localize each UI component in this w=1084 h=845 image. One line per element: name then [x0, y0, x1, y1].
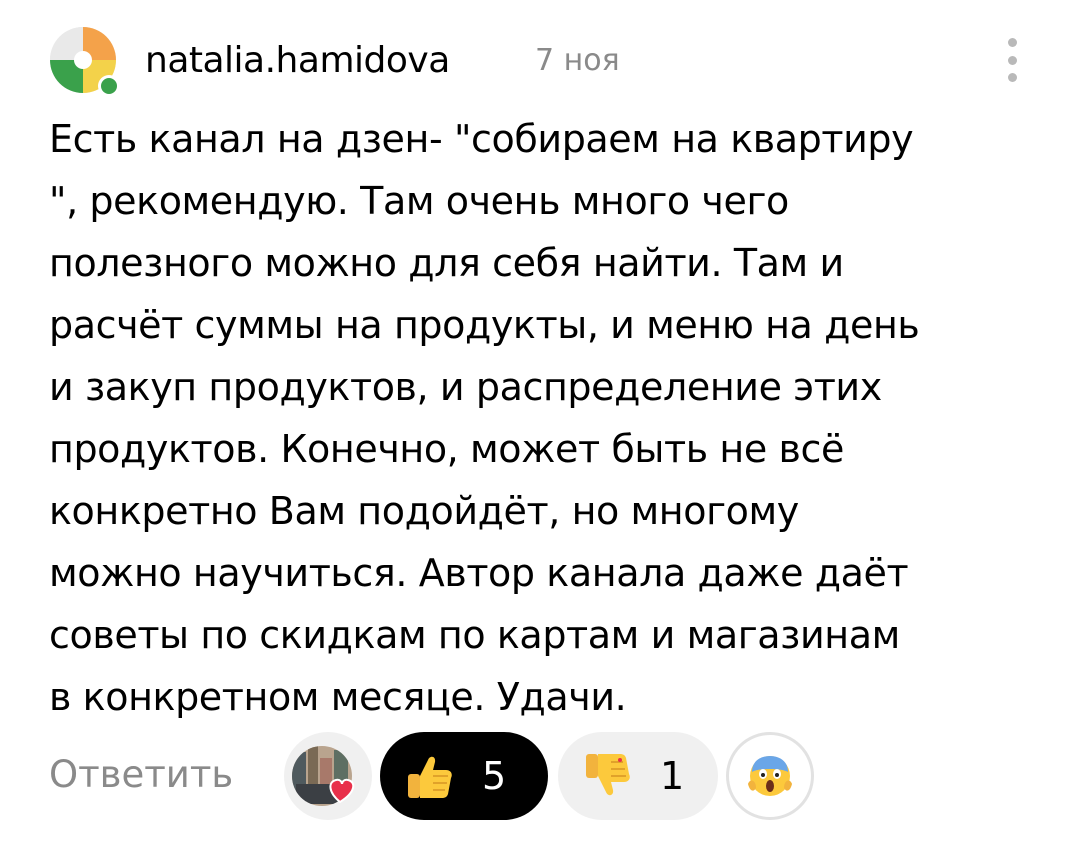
more-options-icon[interactable] — [1000, 38, 1024, 82]
add-reaction-button[interactable] — [726, 732, 814, 820]
comment-line: ", рекомендую. Там очень много чего — [49, 179, 789, 223]
screaming-face-icon — [748, 756, 792, 796]
comment-line: и закуп продуктов, и распределение этих — [49, 365, 882, 409]
comment-line: в конкретном месяце. Удачи. — [49, 675, 627, 719]
more-dot — [1007, 38, 1017, 47]
comment-line: полезного можно для себя найти. Там и — [49, 241, 844, 285]
author-name[interactable]: natalia.hamidova — [145, 37, 450, 85]
comment-line: советы по скидкам по картам и магазинам — [49, 613, 900, 657]
like-reaction-button[interactable]: 5 — [380, 732, 548, 820]
thumbs-up-icon — [402, 748, 458, 804]
author-avatar[interactable] — [49, 26, 121, 98]
dislike-count: 1 — [660, 754, 685, 798]
more-dot — [1007, 55, 1017, 65]
reactor-photo-heart-icon — [292, 746, 355, 806]
avatar-logo-icon — [50, 27, 120, 97]
comment-line: продуктов. Конечно, может быть не всё — [49, 427, 844, 471]
more-dot — [1007, 73, 1017, 82]
reactor-avatar[interactable] — [284, 732, 372, 820]
comment-line: Есть канал на дзен- "собираем на квартир… — [49, 117, 914, 161]
thumbs-down-icon — [580, 748, 636, 804]
reply-button[interactable]: Ответить — [49, 748, 233, 802]
comment-text: Есть канал на дзен- "собираем на квартир… — [49, 108, 1049, 728]
comment-date: 7 ноя — [535, 43, 620, 78]
like-count: 5 — [482, 754, 507, 798]
comment-line: можно научиться. Автор канала даже даёт — [49, 551, 909, 595]
comment-line: конкретно Вам подойдёт, но многому — [49, 489, 799, 533]
comment-line: расчёт суммы на продукты, и меню на день — [49, 303, 920, 347]
dislike-reaction-button[interactable]: 1 — [558, 732, 718, 820]
